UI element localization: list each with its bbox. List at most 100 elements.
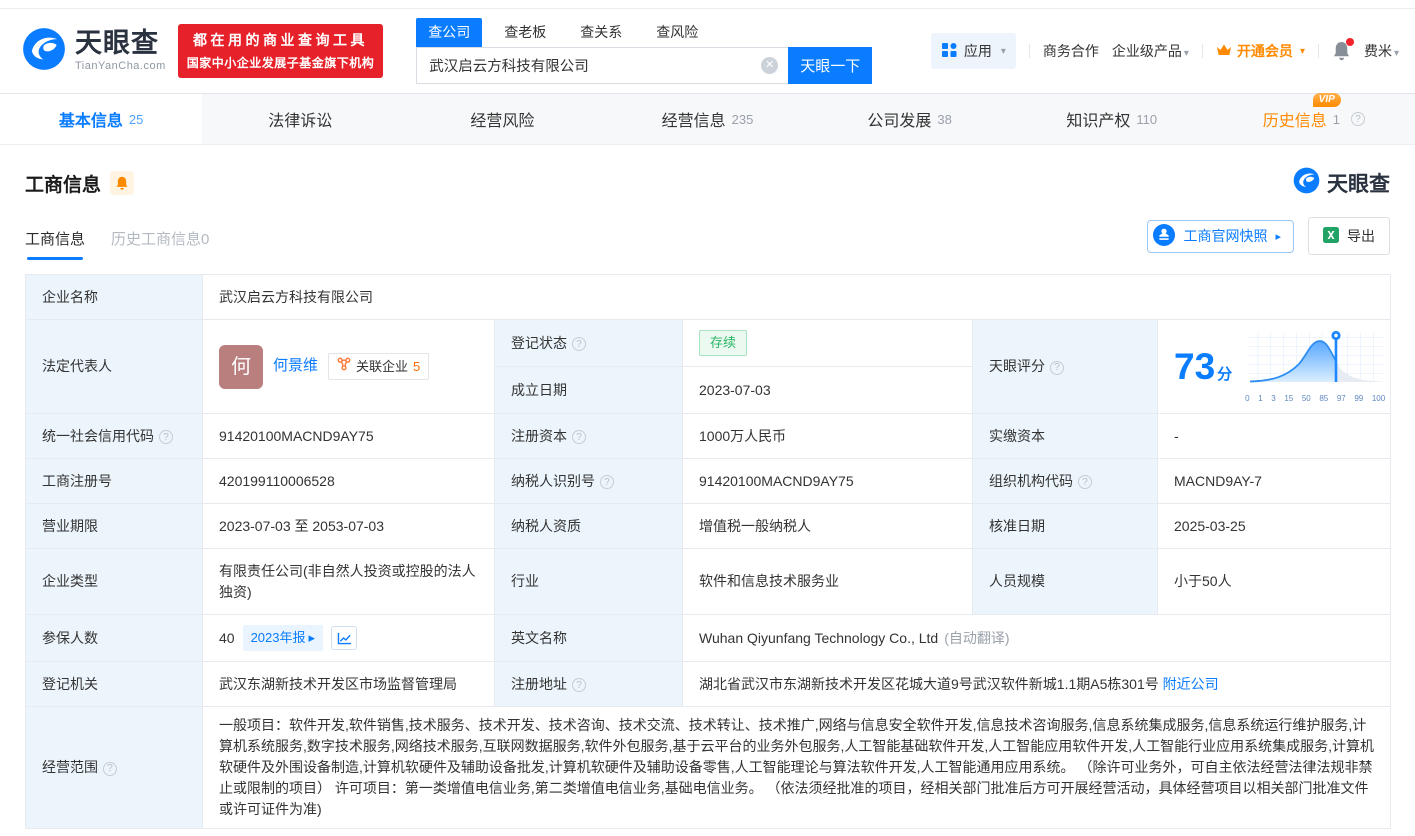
- business-scope-label: 经营范围?: [26, 707, 203, 829]
- chevron-down-icon: ▾: [1184, 48, 1189, 59]
- apps-menu[interactable]: 应用 ▾: [931, 33, 1016, 69]
- status-badge: 存续: [699, 330, 747, 357]
- export-button[interactable]: 导出: [1308, 217, 1390, 255]
- top-hairline: [0, 0, 1415, 9]
- watermark-brand-text: 天眼查: [1327, 168, 1390, 198]
- tianyancha-logo-icon: [1293, 167, 1320, 199]
- search-tab-boss[interactable]: 查老板: [492, 18, 558, 47]
- taxpayer-id-label: 纳税人识别号?: [495, 459, 683, 504]
- question-icon[interactable]: ?: [103, 762, 117, 776]
- question-icon[interactable]: ?: [1050, 361, 1064, 375]
- credit-code-value: 91420100MACND9AY75: [203, 414, 495, 459]
- business-term-label: 营业期限: [26, 504, 203, 549]
- chevron-down-icon: ▾: [1394, 48, 1399, 59]
- notifications-bell-icon[interactable]: [1332, 41, 1351, 62]
- org-code-label: 组织机构代码?: [973, 459, 1158, 504]
- search-input[interactable]: [417, 58, 788, 74]
- chevron-down-icon: ▾: [1300, 46, 1305, 57]
- annual-report-badge[interactable]: 2023年报▸: [243, 625, 323, 651]
- divider: [1029, 44, 1030, 58]
- question-icon[interactable]: ?: [159, 430, 173, 444]
- question-icon[interactable]: ?: [1351, 112, 1365, 126]
- arrow-right-icon: ▸: [1275, 230, 1281, 243]
- table-row: 登记机关 武汉东湖新技术开发区市场监督管理局 注册地址? 湖北省武汉市东湖新技术…: [26, 662, 1391, 707]
- tab-basic-info[interactable]: 基本信息25: [0, 94, 202, 144]
- score-cell: 73分: [1158, 320, 1391, 414]
- english-name-value: Wuhan Qiyunfang Technology Co., Ltd(自动翻译…: [683, 615, 1391, 662]
- nav-vip-upgrade[interactable]: 开通会员 ▾: [1216, 41, 1305, 61]
- table-row: 经营范围? 一般项目：软件开发,软件销售,技术服务、技术开发、技术咨询、技术交流…: [26, 707, 1391, 829]
- subtab-history-registration[interactable]: 历史工商信息0: [111, 228, 209, 260]
- crown-icon: [1216, 43, 1232, 60]
- tab-operational-risk[interactable]: 经营风险: [404, 94, 606, 144]
- slogan-banner: 都在用的商业查询工具 国家中小企业发展子基金旗下机构: [178, 24, 384, 78]
- question-icon[interactable]: ?: [600, 475, 614, 489]
- search-tab-risk[interactable]: 查风险: [644, 18, 710, 47]
- search-area: 查公司 查老板 查关系 查风险 ✕ 天眼一下: [416, 18, 872, 84]
- insured-label: 参保人数: [26, 615, 203, 662]
- top-header: 天眼查 TianYanCha.com 都在用的商业查询工具 国家中小企业发展子基…: [0, 9, 1415, 93]
- org-code-value: MACND9AY-7: [1158, 459, 1391, 504]
- paid-capital-value: -: [1158, 414, 1391, 459]
- section-title: 工商信息: [25, 170, 101, 197]
- approval-date-value: 2025-03-25: [1158, 504, 1391, 549]
- address-label: 注册地址?: [495, 662, 683, 707]
- divider: [1202, 44, 1203, 58]
- tianyancha-logo[interactable]: 天眼查 TianYanCha.com: [22, 27, 166, 76]
- tianyancha-logo-icon: [22, 27, 66, 76]
- watermark-logo: 天眼查: [1293, 167, 1390, 199]
- question-icon[interactable]: ?: [1078, 475, 1092, 489]
- tab-history-info[interactable]: 历史信息 VIP 1 ?: [1213, 94, 1415, 144]
- reg-capital-value: 1000万人民币: [683, 414, 973, 459]
- vip-badge: VIP: [1313, 93, 1341, 107]
- company-name-value: 武汉启云方科技有限公司: [203, 275, 1391, 320]
- table-row: 企业名称 武汉启云方科技有限公司: [26, 275, 1391, 320]
- trend-chart-icon[interactable]: [331, 626, 357, 650]
- search-tab-relation[interactable]: 查关系: [568, 18, 634, 47]
- user-menu[interactable]: 费米▾: [1364, 41, 1399, 61]
- tab-legal-proceedings[interactable]: 法律诉讼: [202, 94, 404, 144]
- english-name-label: 英文名称: [495, 615, 683, 662]
- table-row: 企业类型 有限责任公司(非自然人投资或控股的法人独资) 行业 软件和信息技术服务…: [26, 549, 1391, 615]
- notification-dot: [1346, 38, 1354, 46]
- username: 费米: [1364, 43, 1392, 59]
- page-tab-bar: 基本信息25 法律诉讼 经营风险 经营信息235 公司发展38 知识产权110 …: [0, 93, 1415, 145]
- question-icon[interactable]: ?: [572, 337, 586, 351]
- table-row: 营业期限 2023-07-03 至 2053-07-03 纳税人资质 增值税一般…: [26, 504, 1391, 549]
- tab-company-development[interactable]: 公司发展38: [809, 94, 1011, 144]
- tab-business-info[interactable]: 经营信息235: [606, 94, 808, 144]
- reg-authority-label: 登记机关: [26, 662, 203, 707]
- staff-size-label: 人员规模: [973, 549, 1158, 615]
- legal-rep-avatar[interactable]: 何: [219, 345, 263, 389]
- search-tab-company[interactable]: 查公司: [416, 18, 482, 47]
- arrow-right-icon: ▸: [309, 628, 316, 648]
- company-type-label: 企业类型: [26, 549, 203, 615]
- official-snapshot-button[interactable]: 工商官网快照 ▸: [1147, 220, 1294, 253]
- nav-business-cooperation[interactable]: 商务合作: [1043, 41, 1099, 61]
- subscribe-bell-icon[interactable]: [110, 171, 134, 195]
- tab-intellectual-property[interactable]: 知识产权110: [1011, 94, 1213, 144]
- reg-number-value: 420199110006528: [203, 459, 495, 504]
- question-icon[interactable]: ?: [572, 430, 586, 444]
- reg-number-label: 工商注册号: [26, 459, 203, 504]
- industry-label: 行业: [495, 549, 683, 615]
- score-axis: 0131550859799100: [1245, 393, 1385, 405]
- address-value: 湖北省武汉市东湖新技术开发区花城大道9号武汉软件新城1.1期A5栋301号 附近…: [683, 662, 1391, 707]
- nearby-companies-link[interactable]: 附近公司: [1163, 676, 1219, 692]
- question-icon[interactable]: ?: [572, 678, 586, 692]
- subtab-business-registration[interactable]: 工商信息: [25, 228, 85, 260]
- divider: [1318, 44, 1319, 58]
- score-label: 天眼评分?: [973, 320, 1158, 414]
- search-button[interactable]: 天眼一下: [788, 47, 872, 84]
- business-scope-value: 一般项目：软件开发,软件销售,技术服务、技术开发、技术咨询、技术交流、技术转让、…: [203, 707, 1391, 829]
- related-companies-badge[interactable]: 关联企业 5: [328, 353, 429, 381]
- company-name-label: 企业名称: [26, 275, 203, 320]
- search-input-wrap: ✕: [416, 47, 788, 84]
- nav-enterprise-products[interactable]: 企业级产品▾: [1112, 41, 1189, 61]
- legal-rep-label: 法定代表人: [26, 320, 203, 414]
- legal-rep-name-link[interactable]: 何景维: [273, 355, 318, 378]
- credit-code-label: 统一社会信用代码?: [26, 414, 203, 459]
- insured-count: 40: [219, 628, 235, 649]
- top-nav: 应用 ▾ 商务合作 企业级产品▾ 开通会员 ▾ 费米▾: [931, 33, 1399, 69]
- industry-value: 软件和信息技术服务业: [683, 549, 973, 615]
